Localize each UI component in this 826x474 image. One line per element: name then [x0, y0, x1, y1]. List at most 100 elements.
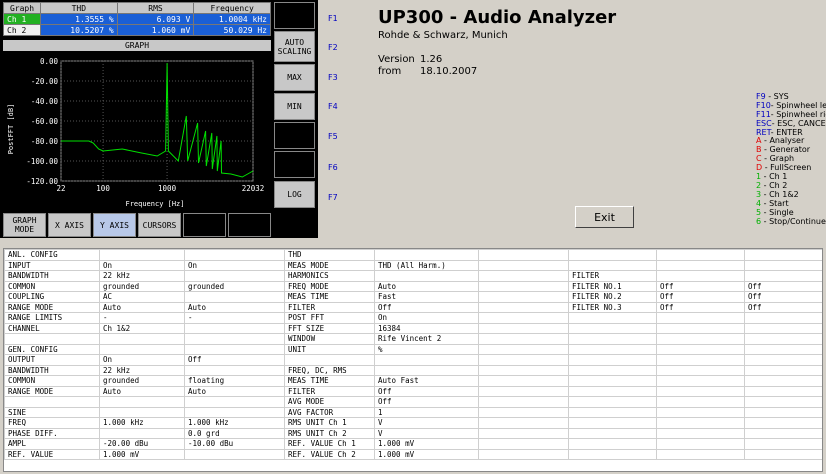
- config-cell[interactable]: FREQ: [4, 417, 100, 429]
- config-cell[interactable]: [744, 396, 822, 408]
- config-cell[interactable]: FREQ, DC, RMS: [284, 364, 375, 376]
- config-cell[interactable]: Auto Fast: [374, 375, 479, 387]
- config-cell[interactable]: [284, 354, 375, 366]
- config-cell[interactable]: [744, 333, 822, 345]
- config-cell[interactable]: On: [99, 354, 185, 366]
- config-cell[interactable]: [478, 427, 569, 439]
- config-cell[interactable]: Off: [744, 301, 822, 313]
- config-cell[interactable]: grounded: [99, 375, 185, 387]
- channel-ch2[interactable]: Ch 2: [3, 24, 41, 36]
- config-cell[interactable]: [478, 438, 569, 450]
- config-cell[interactable]: [656, 333, 745, 345]
- config-cell[interactable]: On: [374, 312, 479, 324]
- config-cell[interactable]: Off: [374, 301, 479, 313]
- config-cell[interactable]: RMS UNIT Ch 2: [284, 427, 375, 439]
- config-cell[interactable]: [568, 375, 657, 387]
- config-cell[interactable]: [568, 322, 657, 334]
- config-cell[interactable]: 1: [374, 406, 479, 418]
- config-cell[interactable]: FILTER: [284, 385, 375, 397]
- config-cell[interactable]: [656, 406, 745, 418]
- bottom-key-6[interactable]: [228, 213, 271, 237]
- config-cell[interactable]: [568, 354, 657, 366]
- config-cell[interactable]: [184, 396, 285, 408]
- config-cell[interactable]: THD (All Harm.): [374, 259, 479, 271]
- config-cell[interactable]: WINDOW: [284, 333, 375, 345]
- config-cell[interactable]: 1.000 kHz: [184, 417, 285, 429]
- config-cell[interactable]: PHASE DIFF.: [4, 427, 100, 439]
- config-cell[interactable]: [656, 385, 745, 397]
- config-cell[interactable]: [656, 396, 745, 408]
- config-cell[interactable]: 0.0 grd: [184, 427, 285, 439]
- config-cell[interactable]: [656, 249, 745, 261]
- config-cell[interactable]: [744, 249, 822, 261]
- config-cell[interactable]: [744, 406, 822, 418]
- config-cell[interactable]: REF. VALUE Ch 2: [284, 448, 375, 460]
- config-cell[interactable]: [184, 448, 285, 460]
- config-cell[interactable]: SINE: [4, 406, 100, 418]
- config-cell[interactable]: RMS UNIT Ch 1: [284, 417, 375, 429]
- config-cell[interactable]: COMMON: [4, 375, 100, 387]
- config-cell[interactable]: [184, 291, 285, 303]
- config-cell[interactable]: 1.000 mV: [99, 448, 185, 460]
- config-cell[interactable]: V: [374, 427, 479, 439]
- config-cell[interactable]: [374, 354, 479, 366]
- config-cell[interactable]: FILTER: [284, 301, 375, 313]
- config-cell[interactable]: [184, 270, 285, 282]
- config-cell[interactable]: Fast: [374, 291, 479, 303]
- config-cell[interactable]: [478, 364, 569, 376]
- config-cell[interactable]: [99, 406, 185, 418]
- config-cell[interactable]: [184, 333, 285, 345]
- config-cell[interactable]: [568, 438, 657, 450]
- config-cell[interactable]: [478, 249, 569, 261]
- config-cell[interactable]: [99, 396, 185, 408]
- config-cell[interactable]: [478, 301, 569, 313]
- config-cell[interactable]: [478, 270, 569, 282]
- x-axis-button[interactable]: X AXIS: [48, 213, 91, 237]
- config-cell[interactable]: Off: [374, 385, 479, 397]
- config-cell[interactable]: floating: [184, 375, 285, 387]
- config-cell[interactable]: ANL. CONFIG: [4, 249, 100, 261]
- config-cell[interactable]: [744, 438, 822, 450]
- config-cell[interactable]: Off: [744, 280, 822, 292]
- softkey-min[interactable]: MIN: [274, 93, 315, 120]
- config-cell[interactable]: OUTPUT: [4, 354, 100, 366]
- config-cell[interactable]: [478, 448, 569, 460]
- config-cell[interactable]: [374, 364, 479, 376]
- config-cell[interactable]: [478, 406, 569, 418]
- config-cell[interactable]: FILTER: [568, 270, 657, 282]
- config-cell[interactable]: [568, 427, 657, 439]
- config-cell[interactable]: Auto: [99, 301, 185, 313]
- config-cell[interactable]: [744, 312, 822, 324]
- config-cell[interactable]: [656, 312, 745, 324]
- config-cell[interactable]: [744, 375, 822, 387]
- config-cell[interactable]: Auto: [374, 280, 479, 292]
- config-cell[interactable]: [656, 259, 745, 271]
- config-cell[interactable]: [478, 396, 569, 408]
- config-cell[interactable]: [568, 259, 657, 271]
- config-cell[interactable]: [744, 322, 822, 334]
- config-cell[interactable]: 22 kHz: [99, 364, 185, 376]
- config-cell[interactable]: HARMONICS: [284, 270, 375, 282]
- config-cell[interactable]: [568, 364, 657, 376]
- exit-button[interactable]: Exit: [575, 206, 634, 228]
- config-cell[interactable]: -10.00 dBu: [184, 438, 285, 450]
- config-cell[interactable]: Off: [656, 291, 745, 303]
- config-cell[interactable]: [656, 448, 745, 460]
- config-cell[interactable]: [478, 375, 569, 387]
- config-cell[interactable]: [184, 364, 285, 376]
- config-cell[interactable]: THD: [284, 249, 375, 261]
- config-cell[interactable]: AVG MODE: [284, 396, 375, 408]
- config-cell[interactable]: [4, 396, 100, 408]
- config-cell[interactable]: [568, 417, 657, 429]
- config-cell[interactable]: [744, 417, 822, 429]
- config-cell[interactable]: [99, 333, 185, 345]
- config-cell[interactable]: Auto: [184, 301, 285, 313]
- config-cell[interactable]: [374, 270, 479, 282]
- config-cell[interactable]: [568, 312, 657, 324]
- measurement-row-ch2[interactable]: Ch 2 10.5207 % 1.060 mV 50.029 Hz: [3, 24, 271, 36]
- config-cell[interactable]: FFT SIZE: [284, 322, 375, 334]
- config-cell[interactable]: [478, 333, 569, 345]
- config-cell[interactable]: [744, 354, 822, 366]
- cursors-button[interactable]: CURSORS: [138, 213, 181, 237]
- softkey-auto-scaling[interactable]: AUTO SCALING: [274, 31, 315, 62]
